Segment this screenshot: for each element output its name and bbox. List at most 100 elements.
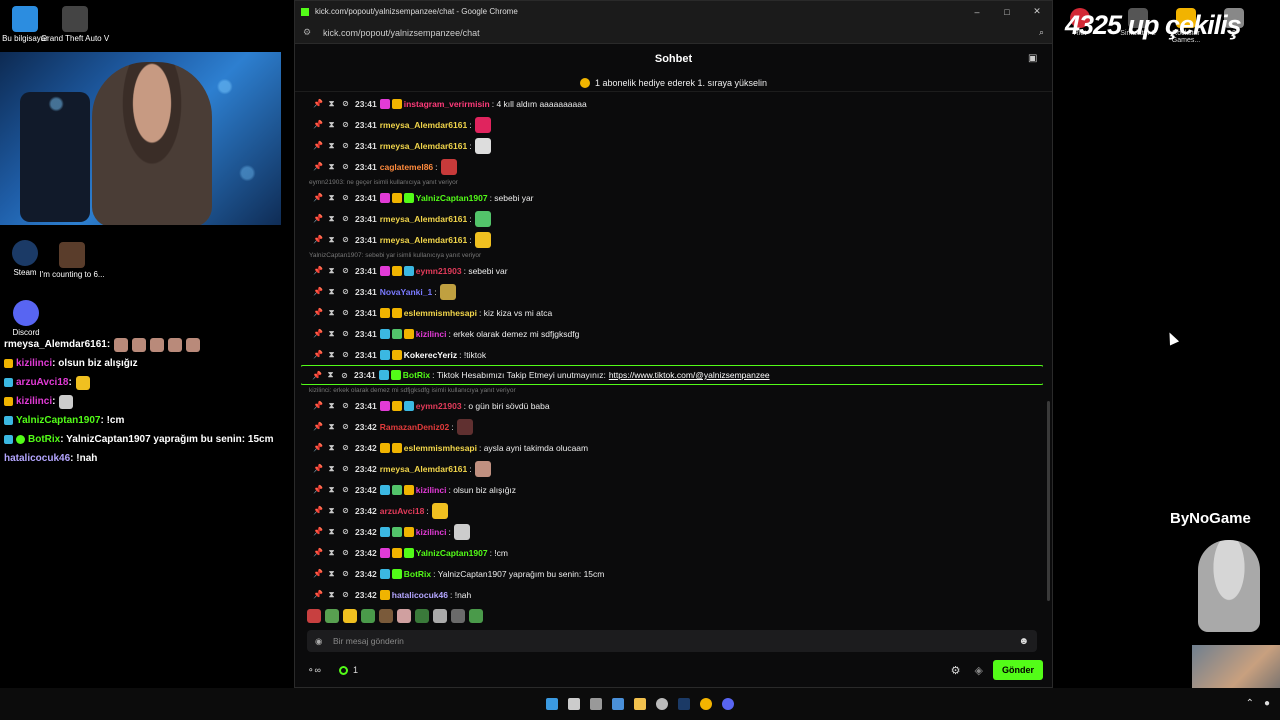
message-username[interactable]: rmeysa_Alemdar6161 — [380, 464, 467, 474]
timeout-icon[interactable]: ⧗ — [327, 401, 336, 411]
message-username[interactable]: BotRix — [404, 569, 431, 579]
pin-icon[interactable]: 📌 — [313, 193, 323, 202]
search-icon[interactable] — [568, 698, 580, 710]
ban-icon[interactable]: ⊘ — [341, 193, 350, 202]
emote-icon[interactable] — [415, 609, 429, 623]
pin-icon[interactable]: 📌 — [313, 464, 323, 473]
timeout-icon[interactable]: ⧗ — [327, 590, 336, 600]
message-username[interactable]: YalnizCaptan1907 — [416, 548, 488, 558]
timeout-icon[interactable]: ⧗ — [327, 464, 336, 474]
microphone-icon[interactable]: ● — [1264, 698, 1270, 709]
timeout-icon[interactable]: ⧗ — [327, 422, 336, 432]
ban-icon[interactable]: ⊘ — [341, 350, 350, 359]
infinity-icon[interactable]: ⚬∞ — [307, 665, 321, 676]
reply-context[interactable]: eymn21903: ne geçer isimli kullanıcıya y… — [301, 177, 1043, 187]
pin-icon[interactable]: 📌 — [313, 443, 323, 452]
discord-taskbar-icon[interactable] — [722, 698, 734, 710]
message-username[interactable]: hatalicocuk46 — [392, 590, 448, 600]
chat-message[interactable]: 📌 ⧗ ⊘ 23:41 rmeysa_Alemdar6161: — [301, 208, 1043, 229]
pin-icon[interactable]: 📌 — [313, 99, 323, 108]
ban-icon[interactable]: ⊘ — [341, 464, 350, 473]
pin-icon[interactable]: 📌 — [313, 235, 323, 244]
message-username[interactable]: kizilinci — [416, 527, 447, 537]
timeout-icon[interactable]: ⧗ — [327, 266, 336, 276]
chat-message[interactable]: 📌 ⧗ ⊘ 23:42 kizilinci: — [301, 521, 1043, 542]
minimize-button[interactable]: – — [962, 7, 992, 17]
timeout-icon[interactable]: ⧗ — [327, 443, 336, 453]
chat-message[interactable]: 📌 ⧗ ⊘ 23:42 hatalicocuk46: !nah — [301, 584, 1043, 603]
timeout-icon[interactable]: ⧗ — [327, 120, 336, 130]
chat-message[interactable]: 📌 ⧗ ⊘ 23:41 kizilinci: erkek olarak demez mi… — [301, 323, 1043, 344]
desktop-icon-gta-v[interactable]: Grand Theft Auto V — [40, 6, 110, 44]
timeout-icon[interactable]: ⧗ — [327, 235, 336, 245]
pin-icon[interactable]: 📌 — [313, 422, 323, 431]
message-username[interactable]: eslemmismhesapi — [404, 308, 477, 318]
pinned-banner[interactable]: 1 abonelik hediye ederek 1. sıraya yükse… — [295, 74, 1052, 92]
settings-app-icon[interactable] — [656, 698, 668, 710]
pin-icon[interactable]: 📌 — [313, 214, 323, 223]
emote-icon[interactable] — [451, 609, 465, 623]
emote-icon[interactable] — [343, 609, 357, 623]
timeout-icon[interactable]: ⧗ — [327, 329, 336, 339]
message-input[interactable]: ◉ Bir mesaj gönderin ☻ — [307, 630, 1037, 652]
timeout-icon[interactable]: ⧗ — [327, 99, 336, 109]
chat-message[interactable]: 📌 ⧗ ⊘ 23:41 YalnizCaptan1907: sebebi yar — [301, 187, 1043, 208]
ban-icon[interactable]: ⊘ — [341, 214, 350, 223]
emote-icon[interactable] — [397, 609, 411, 623]
ban-icon[interactable]: ⊘ — [341, 443, 350, 452]
ban-icon[interactable]: ⊘ — [341, 99, 350, 108]
ban-icon[interactable]: ⊘ — [341, 506, 350, 515]
emote-icon[interactable] — [307, 609, 321, 623]
chat-message[interactable]: 📌 ⧗ ⊘ 23:42 YalnizCaptan1907: !cm — [301, 542, 1043, 563]
pin-icon[interactable]: 📌 — [313, 287, 323, 296]
steam-taskbar-icon[interactable] — [678, 698, 690, 710]
chat-message[interactable]: 📌 ⧗ ⊘ 23:41 KokerecYeriz: !tiktok — [301, 344, 1043, 365]
ban-icon[interactable]: ⊘ — [341, 329, 350, 338]
message-username[interactable]: arzuAvci18 — [380, 506, 425, 516]
message-username[interactable]: KokerecYeriz — [404, 350, 457, 360]
bot-icon[interactable]: ◈ — [975, 664, 983, 677]
pin-icon[interactable]: 📌 — [312, 371, 322, 380]
emote-icon[interactable] — [325, 609, 339, 623]
chat-message[interactable]: 📌 ⧗ ⊘ 23:42 arzuAvci18: — [301, 500, 1043, 521]
message-username[interactable]: rmeysa_Alemdar6161 — [380, 120, 467, 130]
ban-icon[interactable]: ⊘ — [341, 308, 350, 317]
chat-message[interactable]: 📌 ⧗ ⊘ 23:41 rmeysa_Alemdar6161: — [301, 135, 1043, 156]
chat-message[interactable]: 📌 ⧗ ⊘ 23:41 instagram_verirmisin: 4 kıll ald… — [301, 93, 1043, 114]
ban-icon[interactable]: ⊘ — [341, 569, 350, 578]
message-username[interactable]: BotRix — [403, 370, 430, 380]
message-username[interactable]: instagram_verirmisin — [404, 99, 490, 109]
close-button[interactable]: ✕ — [1022, 6, 1052, 17]
ban-icon[interactable]: ⊘ — [341, 266, 350, 275]
zoom-icon[interactable]: ⌕ — [1039, 27, 1044, 38]
pin-icon[interactable]: 📌 — [313, 350, 323, 359]
pin-icon[interactable]: 📌 — [313, 590, 323, 599]
message-username[interactable]: rmeysa_Alemdar6161 — [380, 141, 467, 151]
message-username[interactable]: caglatemel86 — [380, 162, 433, 172]
message-username[interactable]: kizilinci — [416, 485, 447, 495]
chat-message[interactable]: 📌 ⧗ ⊘ 23:42 kizilinci: olsun biz alışığız — [301, 479, 1043, 500]
ban-icon[interactable]: ⊘ — [341, 162, 350, 171]
chrome-icon[interactable] — [700, 698, 712, 710]
users-icon[interactable]: ▣ — [1028, 53, 1040, 65]
chat-message[interactable]: 📌 ⧗ ⊘ 23:41 eslemmismhesapi: kiz kiza vs mi … — [301, 302, 1043, 323]
message-username[interactable]: kizilinci — [416, 329, 447, 339]
chat-message[interactable]: 📌 ⧗ ⊘ 23:42 rmeysa_Alemdar6161: — [301, 458, 1043, 479]
ban-icon[interactable]: ⊘ — [341, 120, 350, 129]
pin-icon[interactable]: 📌 — [313, 162, 323, 171]
ban-icon[interactable]: ⊘ — [341, 141, 350, 150]
pin-icon[interactable]: 📌 — [313, 120, 323, 129]
ban-icon[interactable]: ⊘ — [341, 590, 350, 599]
chat-message[interactable]: 📌 ⧗ ⊘ 23:41 BotRix: Tiktok Hesabımızı Takip … — [301, 365, 1043, 385]
emote-icon[interactable] — [433, 609, 447, 623]
ban-icon[interactable]: ⊘ — [340, 371, 349, 380]
chat-messages[interactable]: 📌 ⧗ ⊘ 23:41 instagram_verirmisin: 4 kıll ald… — [301, 93, 1043, 603]
points-value[interactable]: 1 — [353, 665, 358, 675]
chat-message[interactable]: 📌 ⧗ ⊘ 23:41 eymn21903: o gün biri sövdü baba — [301, 395, 1043, 416]
site-settings-icon[interactable]: ⚙ — [303, 27, 313, 38]
pin-icon[interactable]: 📌 — [313, 329, 323, 338]
chat-message[interactable]: 📌 ⧗ ⊘ 23:41 rmeysa_Alemdar6161: — [301, 114, 1043, 135]
message-username[interactable]: rmeysa_Alemdar6161 — [380, 214, 467, 224]
desktop-icon-counting[interactable]: I'm counting to 6... — [37, 242, 107, 280]
chat-message[interactable]: 📌 ⧗ ⊘ 23:42 BotRix: YalnizCaptan1907 yaprağı… — [301, 563, 1043, 584]
